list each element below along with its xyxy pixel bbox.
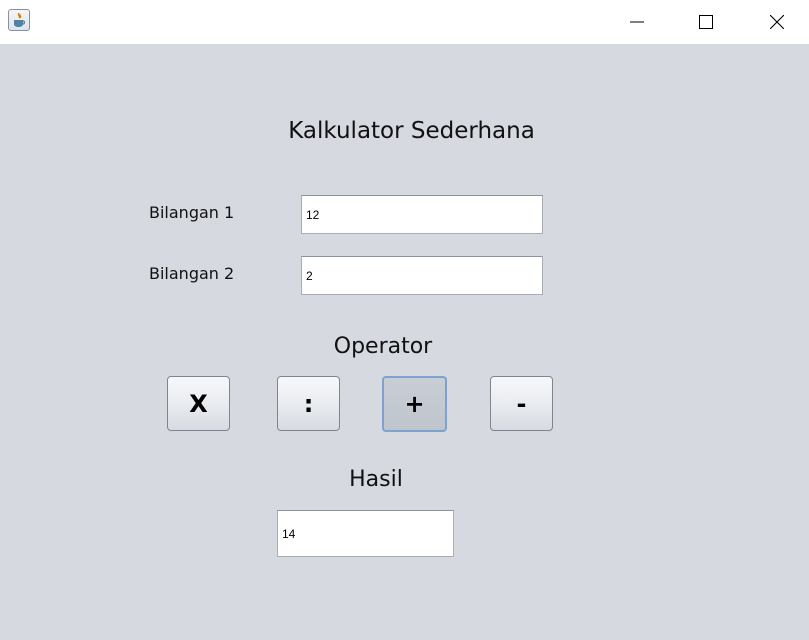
java-app-icon[interactable] [8,9,30,31]
bilangan2-label: Bilangan 2 [149,264,235,283]
multiply-button[interactable]: X [167,376,230,431]
minimize-button[interactable] [614,0,660,44]
close-icon [770,15,784,29]
divide-button[interactable]: : [277,376,340,431]
result-heading: Hasil [349,467,403,492]
close-button[interactable] [754,0,800,44]
subtract-button[interactable]: - [490,376,553,431]
calculator-window: Kalkulator Sederhana Bilangan 1 Bilangan… [0,0,809,640]
minimize-icon [630,21,644,23]
bilangan1-label: Bilangan 1 [149,203,235,222]
app-title: Kalkulator Sederhana [288,118,535,144]
bilangan2-input[interactable] [301,256,543,295]
maximize-icon [699,15,713,29]
result-field[interactable] [277,510,454,557]
bilangan1-input[interactable] [301,195,543,234]
maximize-button[interactable] [683,0,729,44]
operator-heading: Operator [333,334,433,359]
add-button[interactable]: + [382,376,447,432]
title-bar [0,0,809,44]
